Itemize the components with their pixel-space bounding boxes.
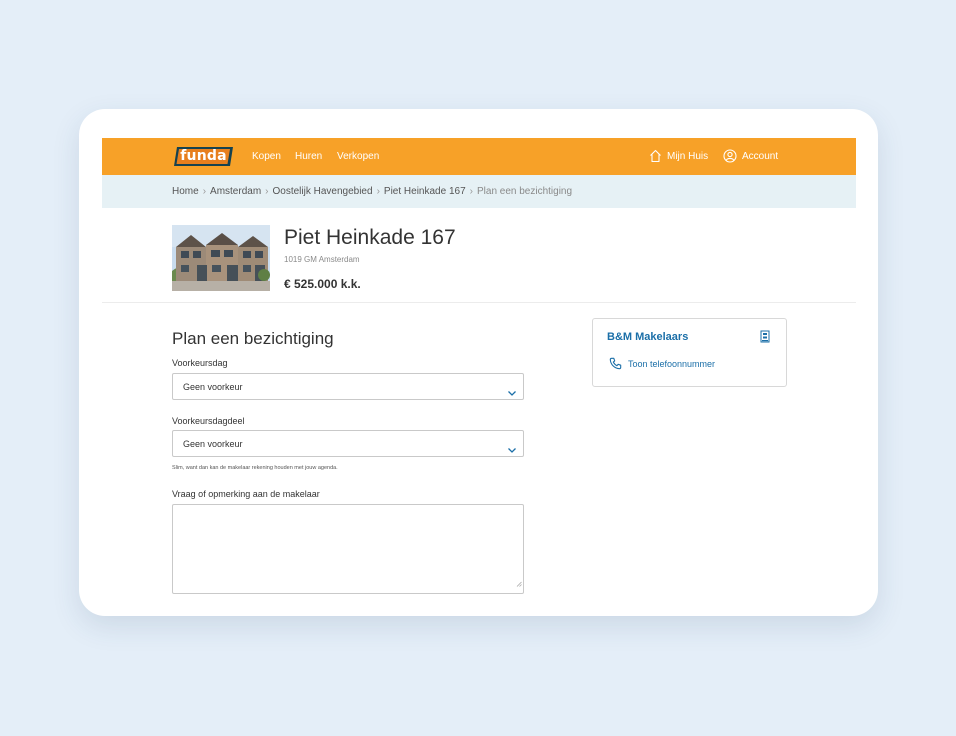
- account-icon[interactable]: [723, 149, 737, 168]
- preferred-daypart-select[interactable]: Geen voorkeur: [172, 430, 524, 457]
- day-label: Voorkeursdag: [172, 358, 228, 368]
- message-label: Vraag of opmerking aan de makelaar: [172, 489, 320, 499]
- page-frame: funda Kopen Huren Verkopen Mijn Huis Acc…: [102, 138, 856, 616]
- resize-grip-icon[interactable]: [516, 574, 522, 592]
- browser-card: funda Kopen Huren Verkopen Mijn Huis Acc…: [79, 109, 878, 616]
- breadcrumb-amsterdam[interactable]: Amsterdam: [210, 186, 261, 197]
- message-textarea[interactable]: [172, 504, 524, 594]
- show-phone-link[interactable]: Toon telefoonnummer: [628, 359, 715, 369]
- agent-card: B&M Makelaars Toon telefoonnummer: [592, 318, 787, 387]
- listing-postal: 1019 GM Amsterdam: [284, 255, 360, 264]
- breadcrumb: Home › Amsterdam › Oostelijk Havengebied › Pie…: [102, 175, 856, 208]
- house-icon[interactable]: [649, 149, 662, 168]
- breadcrumb-listing[interactable]: Piet Heinkade 167: [384, 186, 466, 197]
- section-divider: [102, 302, 856, 303]
- preferred-day-value: Geen voorkeur: [183, 382, 243, 392]
- breadcrumb-separator-icon: ›: [265, 186, 269, 197]
- preferred-daypart-value: Geen voorkeur: [183, 439, 243, 449]
- breadcrumb-current: Plan een bezichtiging: [476, 186, 573, 197]
- daypart-hint: Slim, want dan kan de makelaar rekening …: [172, 465, 338, 471]
- agent-name[interactable]: B&M Makelaars: [607, 331, 688, 343]
- chevron-down-icon: [507, 384, 517, 402]
- form-title: Plan een bezichtiging: [172, 329, 334, 348]
- breadcrumb-separator-icon: ›: [202, 186, 207, 197]
- listing-photo[interactable]: [172, 225, 270, 291]
- chevron-down-icon: [507, 441, 517, 459]
- day-part-label: Voorkeursdagdeel: [172, 416, 245, 426]
- top-navigation-bar: funda Kopen Huren Verkopen Mijn Huis Acc…: [102, 138, 856, 175]
- listing-title: Piet Heinkade 167: [284, 226, 456, 249]
- logo-text: funda: [180, 148, 227, 164]
- phone-icon[interactable]: [609, 357, 622, 375]
- nav-kopen[interactable]: Kopen: [252, 151, 281, 162]
- breadcrumb-home[interactable]: Home: [172, 186, 199, 197]
- nav-huren[interactable]: Huren: [295, 151, 322, 162]
- funda-logo[interactable]: funda: [173, 145, 234, 168]
- breadcrumb-separator-icon: ›: [469, 186, 473, 197]
- agent-logo-icon: [760, 330, 770, 348]
- listing-price: € 525.000 k.k.: [284, 277, 361, 291]
- nav-account[interactable]: Account: [742, 151, 778, 162]
- breadcrumb-oostelijk-havengebied[interactable]: Oostelijk Havengebied: [273, 186, 373, 197]
- nav-mijn-huis[interactable]: Mijn Huis: [667, 151, 708, 162]
- nav-verkopen[interactable]: Verkopen: [337, 151, 379, 162]
- breadcrumb-separator-icon: ›: [376, 186, 380, 197]
- preferred-day-select[interactable]: Geen voorkeur: [172, 373, 524, 400]
